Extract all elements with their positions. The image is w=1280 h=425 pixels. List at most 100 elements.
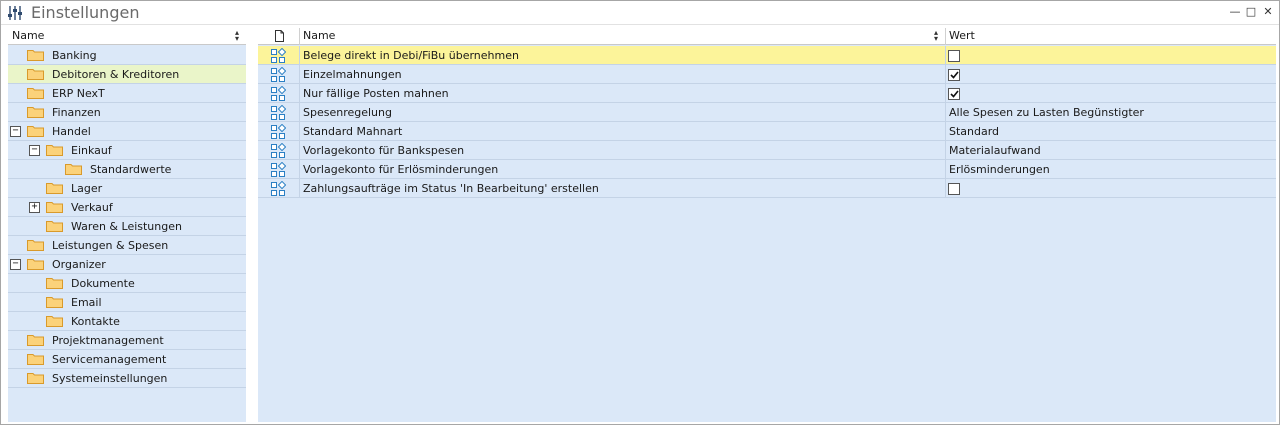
tree-item-label: Dokumente [71, 277, 135, 290]
column-separator[interactable] [945, 28, 946, 45]
folder-icon [27, 239, 44, 251]
table-row[interactable]: Vorlagekonto für Bankspesen Materialaufwa… [258, 141, 1276, 160]
folder-icon [27, 68, 44, 80]
folder-icon [46, 220, 63, 232]
tree-item-label: Organizer [52, 258, 106, 271]
folder-icon [46, 182, 63, 194]
tree-item[interactable]: Debitoren & Kreditoren [8, 65, 246, 84]
window-title: Einstellungen [31, 3, 140, 22]
tree-item[interactable]: + Verkauf [8, 198, 246, 217]
settings-window: Einstellungen — □ ✕ Name ▴ ▾ Banking Debit… [0, 0, 1280, 425]
tree-header-name: Name [12, 29, 45, 42]
tree-item-label: Einkauf [71, 144, 112, 157]
setting-name: Nur fällige Posten mahnen [303, 87, 449, 100]
sort-icon[interactable]: ▴ ▾ [933, 29, 939, 43]
cell-divider [945, 160, 946, 179]
grid-header-value[interactable]: Wert [949, 29, 975, 42]
cell-divider [299, 46, 300, 65]
tree-item[interactable]: − Handel [8, 122, 246, 141]
tree-item[interactable]: Leistungen & Spesen [8, 236, 246, 255]
sliders-icon [8, 6, 22, 20]
folder-icon [27, 334, 44, 346]
tree-item-label: Standardwerte [90, 163, 172, 176]
tree-item[interactable]: − Organizer [8, 255, 246, 274]
setting-icon [270, 123, 287, 140]
collapse-icon[interactable]: − [29, 145, 40, 156]
setting-name: Standard Mahnart [303, 125, 403, 138]
setting-icon [270, 47, 287, 64]
cell-divider [945, 122, 946, 141]
cell-divider [945, 179, 946, 198]
tree-item[interactable]: Standardwerte [8, 160, 246, 179]
tree-header[interactable]: Name ▴ ▾ [8, 28, 246, 45]
tree-item[interactable]: Banking [8, 46, 246, 65]
cell-divider [299, 141, 300, 160]
sort-icon[interactable]: ▴ ▾ [234, 29, 240, 43]
setting-value[interactable]: Erlösminderungen [949, 163, 1050, 176]
settings-tree: Name ▴ ▾ Banking Debitoren & Kreditoren ERP… [8, 28, 246, 422]
table-row[interactable]: Zahlungsaufträge im Status 'In Bearbeitu… [258, 179, 1276, 198]
cell-divider [945, 103, 946, 122]
table-row[interactable]: Belege direkt in Debi/FiBu übernehmen [258, 46, 1276, 65]
table-row[interactable]: Vorlagekonto für Erlösminderungen Erlösmi… [258, 160, 1276, 179]
setting-name: Vorlagekonto für Erlösminderungen [303, 163, 499, 176]
table-row[interactable]: Spesenregelung Alle Spesen zu Lasten Begü… [258, 103, 1276, 122]
setting-value[interactable]: Standard [949, 125, 999, 138]
tree-item-label: Verkauf [71, 201, 113, 214]
setting-icon [270, 66, 287, 83]
setting-checkbox[interactable] [948, 50, 960, 62]
tree-item[interactable]: ERP NexT [8, 84, 246, 103]
folder-icon [65, 163, 82, 175]
folder-icon [27, 125, 44, 137]
table-row[interactable]: Einzelmahnungen [258, 65, 1276, 84]
collapse-icon[interactable]: − [10, 259, 21, 270]
tree-item[interactable]: Lager [8, 179, 246, 198]
folder-icon [27, 49, 44, 61]
title-bar: Einstellungen — □ ✕ [1, 1, 1279, 25]
tree-item[interactable]: Projektmanagement [8, 331, 246, 350]
tree-item[interactable]: Dokumente [8, 274, 246, 293]
cell-divider [945, 46, 946, 65]
folder-icon [46, 201, 63, 213]
settings-grid: Name ▴ ▾ Wert Belege direkt in Debi/FiBu … [258, 28, 1276, 422]
setting-name: Spesenregelung [303, 106, 392, 119]
folder-icon [27, 106, 44, 118]
tree-item[interactable]: − Einkauf [8, 141, 246, 160]
tree-item[interactable]: Email [8, 293, 246, 312]
tree-item-label: Banking [52, 49, 97, 62]
close-button[interactable]: ✕ [1262, 6, 1274, 18]
tree-item[interactable]: Kontakte [8, 312, 246, 331]
grid-header-name[interactable]: Name [303, 29, 335, 42]
setting-value[interactable]: Materialaufwand [949, 144, 1041, 157]
setting-value[interactable]: Alle Spesen zu Lasten Begünstigter [949, 106, 1144, 119]
table-row[interactable]: Standard Mahnart Standard [258, 122, 1276, 141]
table-row[interactable]: Nur fällige Posten mahnen [258, 84, 1276, 103]
cell-divider [945, 65, 946, 84]
tree-item[interactable]: Systemeinstellungen [8, 369, 246, 388]
folder-icon [27, 353, 44, 365]
grid-header: Name ▴ ▾ Wert [258, 28, 1276, 45]
cell-divider [299, 160, 300, 179]
collapse-icon[interactable]: − [10, 126, 21, 137]
setting-checkbox[interactable] [948, 88, 960, 100]
folder-icon [46, 144, 63, 156]
minimize-button[interactable]: — [1229, 6, 1241, 18]
tree-item[interactable]: Servicemanagement [8, 350, 246, 369]
maximize-button[interactable]: □ [1245, 6, 1257, 18]
setting-checkbox[interactable] [948, 69, 960, 81]
tree-item-label: Finanzen [52, 106, 101, 119]
tree-item-label: Leistungen & Spesen [52, 239, 169, 252]
setting-icon [270, 180, 287, 197]
tree-item[interactable]: Waren & Leistungen [8, 217, 246, 236]
setting-checkbox[interactable] [948, 183, 960, 195]
expand-icon[interactable]: + [29, 202, 40, 213]
folder-icon [46, 315, 63, 327]
tree-item-label: Lager [71, 182, 103, 195]
setting-icon [270, 161, 287, 178]
cell-divider [299, 122, 300, 141]
tree-item[interactable]: Finanzen [8, 103, 246, 122]
folder-icon [27, 258, 44, 270]
document-icon [275, 30, 284, 42]
column-separator[interactable] [299, 28, 300, 45]
tree-item-label: Kontakte [71, 315, 120, 328]
